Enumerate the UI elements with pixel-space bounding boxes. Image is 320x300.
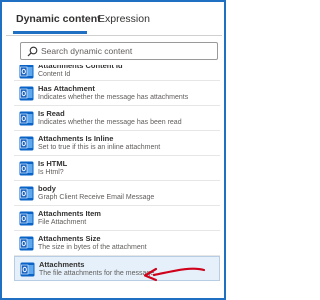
item-description: The size in bytes of the attachment: [38, 244, 147, 251]
item-title: Attachments Is Inline: [38, 134, 114, 143]
outlook-icon: [19, 236, 34, 251]
item-description: Is Html?: [38, 169, 64, 176]
item-title: Attachments Item: [38, 209, 101, 218]
item-title: Attachments Content Id: [38, 65, 123, 70]
list-item[interactable]: Is HTML Is Html?: [14, 156, 220, 181]
item-description: Content Id: [38, 71, 71, 78]
item-title: Is Read: [38, 109, 65, 118]
outlook-icon: [19, 161, 34, 176]
tab-expression[interactable]: Expression: [98, 13, 150, 25]
list-item[interactable]: Attachments Item File Attachment: [14, 206, 220, 231]
outlook-icon: [19, 86, 34, 101]
item-description: File Attachment: [38, 219, 87, 226]
search-box[interactable]: [20, 42, 218, 60]
search-icon: [27, 46, 38, 57]
item-description: Indicates whether the message has attach…: [38, 94, 189, 101]
tab-dynamic-content[interactable]: Dynamic content: [16, 13, 101, 25]
red-arrow-icon: [143, 267, 206, 282]
outlook-icon: [19, 211, 34, 226]
item-title: Attachments Size: [38, 234, 101, 243]
active-tab-indicator: [13, 31, 87, 34]
item-description: Set to true if this is an inline attachm…: [38, 144, 161, 151]
item-title: body: [38, 184, 56, 193]
list-item[interactable]: body Graph Client Receive Email Message: [14, 181, 220, 206]
outlook-icon: [19, 136, 34, 151]
item-title: Is HTML: [38, 159, 68, 168]
list-item[interactable]: Attachments Is Inline Set to true if this…: [14, 131, 220, 156]
list-item[interactable]: Attachments Content Id Content Id: [14, 65, 220, 81]
dynamic-content-panel: Dynamic content Expression Attachments C…: [0, 0, 226, 300]
outlook-icon: [19, 65, 34, 79]
tab-bar: Dynamic content Expression: [6, 5, 222, 36]
item-description: Indicates whether the message has been r…: [38, 119, 182, 126]
list-item[interactable]: Attachments Size The size in bytes of the…: [14, 231, 220, 256]
outlook-icon: [19, 111, 34, 126]
outlook-icon: [19, 186, 34, 201]
item-description: The file attachments for the message: [39, 270, 155, 277]
item-title: Has Attachment: [38, 84, 95, 93]
outlook-icon: [20, 262, 35, 277]
list-item[interactable]: Has Attachment Indicates whether the mess…: [14, 81, 220, 106]
search-input[interactable]: [41, 43, 213, 59]
list-item[interactable]: Is Read Indicates whether the message has…: [14, 106, 220, 131]
item-description: Graph Client Receive Email Message: [38, 194, 155, 201]
item-title: Attachments: [39, 260, 85, 269]
